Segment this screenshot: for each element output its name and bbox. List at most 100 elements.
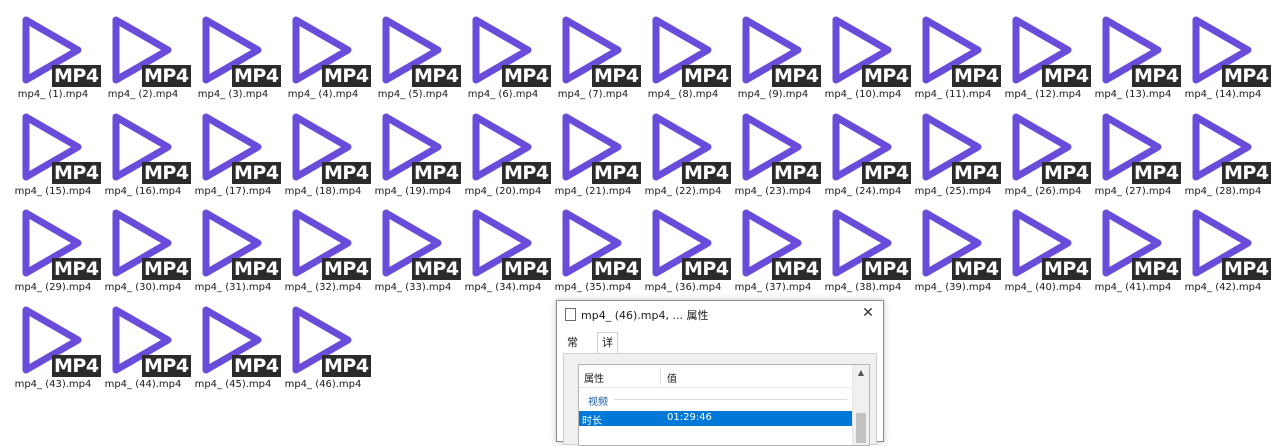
column-header-value[interactable]: 值	[667, 370, 677, 385]
file-item[interactable]: MP4 mp4_ (29).mp4	[8, 201, 101, 297]
scroll-up-arrow-icon[interactable]: ▲	[853, 365, 869, 381]
file-item[interactable]: MP4 mp4_ (2).mp4	[98, 8, 191, 104]
file-name-label: mp4_ (21).mp4	[554, 185, 632, 197]
file-item[interactable]: MP4 mp4_ (5).mp4	[368, 8, 461, 104]
file-name-label: mp4_ (16).mp4	[104, 185, 182, 197]
mp4-badge: MP4	[232, 354, 281, 377]
file-item[interactable]: MP4 mp4_ (30).mp4	[98, 201, 191, 297]
file-item[interactable]: MP4 mp4_ (1).mp4	[8, 8, 101, 104]
file-item[interactable]: MP4 mp4_ (41).mp4	[1088, 201, 1181, 297]
file-item[interactable]: MP4 mp4_ (8).mp4	[638, 8, 731, 104]
file-item[interactable]: MP4 mp4_ (33).mp4	[368, 201, 461, 297]
file-name-label: mp4_ (4).mp4	[287, 89, 359, 100]
video-file-icon: MP4	[466, 203, 551, 285]
file-item[interactable]: MP4 mp4_ (32).mp4	[278, 201, 371, 297]
mp4-badge: MP4	[322, 258, 371, 280]
file-name-label: mp4_ (28).mp4	[1184, 185, 1262, 197]
file-name-label: mp4_ (6).mp4	[467, 89, 539, 100]
close-button[interactable]: ✕	[853, 301, 883, 327]
file-name-label: mp4_ (46).mp4	[284, 378, 362, 390]
mp4-badge: MP4	[52, 258, 101, 280]
mp4-badge: MP4	[142, 258, 191, 280]
video-file-icon: MP4	[1096, 10, 1181, 92]
dialog-titlebar[interactable]: mp4_ (46).mp4, ... 属性 ✕	[557, 301, 883, 327]
mp4-badge: MP4	[1042, 258, 1091, 280]
file-item[interactable]: MP4 mp4_ (14).mp4	[1178, 8, 1271, 104]
file-item[interactable]: MP4 mp4_ (27).mp4	[1088, 105, 1181, 201]
properties-dialog: mp4_ (46).mp4, ... 属性 ✕ 常规 详细信息 属性 值 视频 …	[556, 300, 884, 446]
file-name-label: mp4_ (30).mp4	[104, 282, 182, 293]
file-item[interactable]: MP4 mp4_ (38).mp4	[818, 201, 911, 297]
video-file-icon: MP4	[196, 300, 281, 382]
file-item[interactable]: MP4 mp4_ (13).mp4	[1088, 8, 1181, 104]
file-item[interactable]: MP4 mp4_ (18).mp4	[278, 105, 371, 201]
property-value: 01:29:46	[667, 412, 712, 423]
property-list[interactable]: 属性 值 视频 时长 01:29:46 ▲	[578, 364, 870, 446]
file-item[interactable]: MP4 mp4_ (25).mp4	[908, 105, 1001, 201]
file-item[interactable]: MP4 mp4_ (36).mp4	[638, 201, 731, 297]
group-divider	[614, 399, 847, 400]
file-item[interactable]: MP4 mp4_ (42).mp4	[1178, 201, 1271, 297]
mp4-badge: MP4	[862, 65, 911, 87]
file-name-label: mp4_ (25).mp4	[914, 185, 992, 197]
mp4-badge: MP4	[232, 161, 281, 184]
file-item[interactable]: MP4 mp4_ (3).mp4	[188, 8, 281, 104]
file-name-label: mp4_ (34).mp4	[464, 282, 542, 293]
mp4-badge: MP4	[142, 161, 191, 184]
file-name-label: mp4_ (39).mp4	[914, 282, 992, 293]
file-item[interactable]: MP4 mp4_ (10).mp4	[818, 8, 911, 104]
file-item[interactable]: MP4 mp4_ (9).mp4	[728, 8, 821, 104]
file-item[interactable]: MP4 mp4_ (24).mp4	[818, 105, 911, 201]
file-item[interactable]: MP4 mp4_ (40).mp4	[998, 201, 1091, 297]
mp4-badge: MP4	[682, 65, 731, 87]
file-item[interactable]: MP4 mp4_ (22).mp4	[638, 105, 731, 201]
file-name-label: mp4_ (32).mp4	[284, 282, 362, 293]
tab-details[interactable]: 详细信息	[597, 332, 618, 409]
file-item[interactable]: MP4 mp4_ (43).mp4	[8, 298, 101, 394]
file-item[interactable]: MP4 mp4_ (37).mp4	[728, 201, 821, 297]
file-item[interactable]: MP4 mp4_ (28).mp4	[1178, 105, 1271, 201]
scroll-thumb[interactable]	[856, 413, 866, 443]
file-item[interactable]: MP4 mp4_ (16).mp4	[98, 105, 191, 201]
file-item[interactable]: MP4 mp4_ (15).mp4	[8, 105, 101, 201]
mp4-badge: MP4	[322, 161, 371, 184]
file-item[interactable]: MP4 mp4_ (21).mp4	[548, 105, 641, 201]
column-header-property[interactable]: 属性	[584, 370, 604, 385]
file-item[interactable]: MP4 mp4_ (4).mp4	[278, 8, 371, 104]
file-item[interactable]: MP4 mp4_ (35).mp4	[548, 201, 641, 297]
file-name-label: mp4_ (33).mp4	[374, 282, 452, 293]
vertical-scrollbar[interactable]: ▲	[852, 365, 869, 445]
file-name-label: mp4_ (37).mp4	[734, 282, 812, 293]
video-file-icon: MP4	[106, 203, 191, 285]
mp4-badge: MP4	[772, 65, 821, 87]
file-item[interactable]: MP4 mp4_ (39).mp4	[908, 201, 1001, 297]
video-file-icon: MP4	[286, 10, 371, 92]
file-item[interactable]: MP4 mp4_ (23).mp4	[728, 105, 821, 201]
video-file-icon: MP4	[196, 10, 281, 92]
file-item[interactable]: MP4 mp4_ (31).mp4	[188, 201, 281, 297]
file-item[interactable]: MP4 mp4_ (11).mp4	[908, 8, 1001, 104]
file-item[interactable]: MP4 mp4_ (45).mp4	[188, 298, 281, 394]
video-file-icon: MP4	[556, 107, 641, 189]
tab-general[interactable]: 常规	[563, 334, 582, 366]
video-file-icon: MP4	[16, 107, 101, 189]
file-item[interactable]: MP4 mp4_ (17).mp4	[188, 105, 281, 201]
file-item[interactable]: MP4 mp4_ (34).mp4	[458, 201, 551, 297]
file-item[interactable]: MP4 mp4_ (20).mp4	[458, 105, 551, 201]
property-row-duration[interactable]: 时长 01:29:46	[579, 411, 853, 427]
video-file-icon: MP4	[736, 10, 821, 92]
video-file-icon: MP4	[196, 203, 281, 285]
video-file-icon: MP4	[646, 10, 731, 92]
file-item[interactable]: MP4 mp4_ (26).mp4	[998, 105, 1091, 201]
column-divider[interactable]	[660, 367, 661, 385]
file-item[interactable]: MP4 mp4_ (12).mp4	[998, 8, 1091, 104]
file-item[interactable]: MP4 mp4_ (7).mp4	[548, 8, 641, 104]
file-item[interactable]: MP4 mp4_ (6).mp4	[458, 8, 551, 104]
video-file-icon: MP4	[1186, 107, 1271, 189]
file-item[interactable]: MP4 mp4_ (19).mp4	[368, 105, 461, 201]
video-file-icon: MP4	[286, 300, 371, 382]
video-file-icon: MP4	[556, 10, 641, 92]
file-item[interactable]: MP4 mp4_ (46).mp4	[278, 298, 371, 394]
file-item[interactable]: MP4 mp4_ (44).mp4	[98, 298, 191, 394]
file-name-label: mp4_ (17).mp4	[194, 185, 272, 197]
